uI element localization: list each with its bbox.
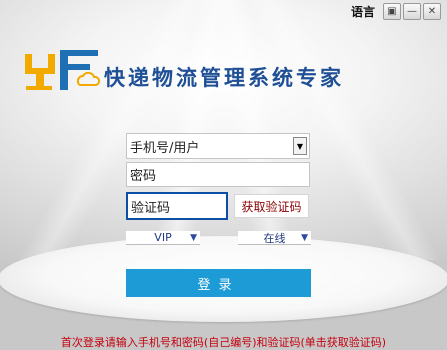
restore-button[interactable]: ▣ (383, 2, 401, 20)
chevron-down-icon: ▼ (301, 232, 308, 243)
language-label[interactable]: 语言 (351, 3, 375, 20)
get-code-button[interactable]: 获取验证码 (234, 194, 309, 218)
vip-select[interactable]: VIP ▼ (126, 231, 200, 245)
verification-code-field[interactable]: 验证码 (126, 192, 228, 220)
app-logo (25, 50, 101, 90)
close-button[interactable]: ✕ (423, 2, 441, 20)
password-field[interactable]: 密码 (126, 162, 310, 187)
login-window: 语言 ▣ — ✕ 快递物流管理系统专家 手机号/用户 ▼ 密码 验证码 获取验证… (0, 0, 447, 350)
username-dropdown-button[interactable]: ▼ (293, 137, 307, 155)
status-select[interactable]: 在线 ▼ (238, 231, 311, 245)
minimize-icon: — (407, 5, 417, 17)
background-light-rays (0, 0, 447, 260)
close-icon: ✕ (427, 5, 437, 17)
hint-text: 首次登录请输入手机号和密码(自己编号)和验证码(单击获取验证码) (60, 336, 387, 349)
restore-icon: ▣ (387, 5, 397, 17)
login-button[interactable]: 登录 (126, 269, 311, 297)
code-placeholder: 验证码 (131, 200, 171, 216)
status-select-value: 在线 (263, 231, 286, 245)
username-field[interactable]: 手机号/用户 ▼ (126, 133, 310, 159)
vip-select-value: VIP (154, 231, 172, 244)
password-placeholder: 密码 (130, 169, 157, 184)
title-bar: 语言 ▣ — ✕ (351, 0, 447, 22)
chevron-down-icon: ▼ (190, 232, 197, 243)
minimize-button[interactable]: — (403, 2, 421, 20)
chevron-down-icon: ▼ (296, 141, 304, 151)
app-title: 快递物流管理系统专家 (104, 65, 344, 90)
username-placeholder: 手机号/用户 (130, 140, 200, 156)
